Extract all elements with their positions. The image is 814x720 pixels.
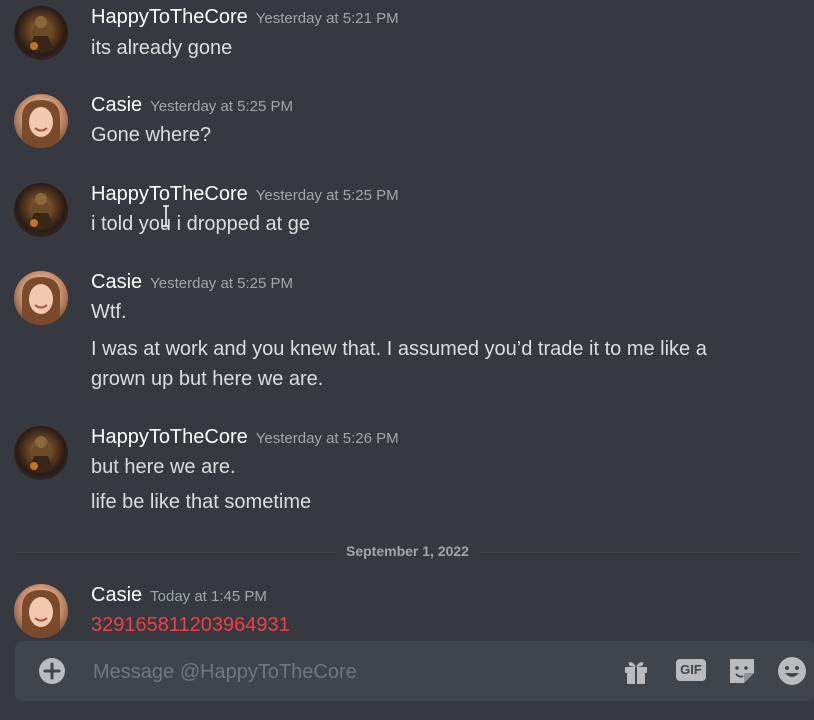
message-text: Gone where? [91, 124, 212, 146]
emoji-icon [778, 657, 806, 685]
message-text: grown up but here we are. [91, 368, 324, 390]
avatar[interactable] [14, 584, 68, 638]
avatar-image-icon [28, 436, 54, 470]
add-icon [43, 662, 61, 680]
timestamp[interactable]: Yesterday at 5:25 PM [150, 275, 293, 292]
message-input[interactable] [91, 655, 605, 689]
message-text: but here we are. [91, 456, 236, 478]
message-text: life be like that sometime [91, 491, 312, 513]
gif-button[interactable]: GIF [674, 655, 706, 687]
avatar[interactable] [14, 426, 68, 480]
avatar[interactable] [14, 6, 68, 60]
date-divider-label: September 1, 2022 [336, 543, 479, 559]
text-cursor-icon [163, 205, 169, 227]
timestamp[interactable]: Yesterday at 5:21 PM [256, 10, 399, 27]
message-list[interactable]: HappyToTheCore Yesterday at 5:21 PM its a… [0, 0, 814, 640]
avatar[interactable] [14, 94, 68, 148]
add-attachment-button[interactable] [39, 658, 65, 684]
message-text: i told you i dropped at ge [91, 213, 311, 235]
timestamp[interactable]: Today at 1:45 PM [150, 588, 267, 605]
username[interactable]: Casie [91, 584, 142, 606]
username[interactable]: HappyToTheCore [91, 6, 248, 28]
gif-icon: GIF [676, 659, 706, 681]
message-text: 329165811203964931 [91, 614, 290, 636]
message-composer: GIF [15, 641, 814, 701]
avatar-image-icon [22, 590, 60, 638]
avatar[interactable] [14, 271, 68, 325]
avatar-image-icon [28, 193, 54, 227]
username[interactable]: Casie [91, 94, 142, 116]
emoji-button[interactable] [776, 655, 808, 687]
message-text: its already gone [91, 37, 233, 59]
gift-button[interactable] [620, 655, 652, 687]
timestamp[interactable]: Yesterday at 5:25 PM [256, 187, 399, 204]
sticker-icon [730, 659, 754, 683]
avatar-image-icon [22, 277, 60, 325]
message-text: Wtf. [91, 301, 127, 323]
timestamp[interactable]: Yesterday at 5:25 PM [150, 98, 293, 115]
message-text: I was at work and you knew that. I assum… [91, 338, 707, 360]
avatar[interactable] [14, 183, 68, 237]
username[interactable]: HappyToTheCore [91, 426, 248, 448]
avatar-image-icon [22, 100, 60, 148]
avatar-image-icon [28, 16, 54, 50]
username[interactable]: Casie [91, 271, 142, 293]
timestamp[interactable]: Yesterday at 5:26 PM [256, 430, 399, 447]
sticker-button[interactable] [726, 655, 758, 687]
username[interactable]: HappyToTheCore [91, 183, 248, 205]
gift-icon [625, 661, 647, 684]
